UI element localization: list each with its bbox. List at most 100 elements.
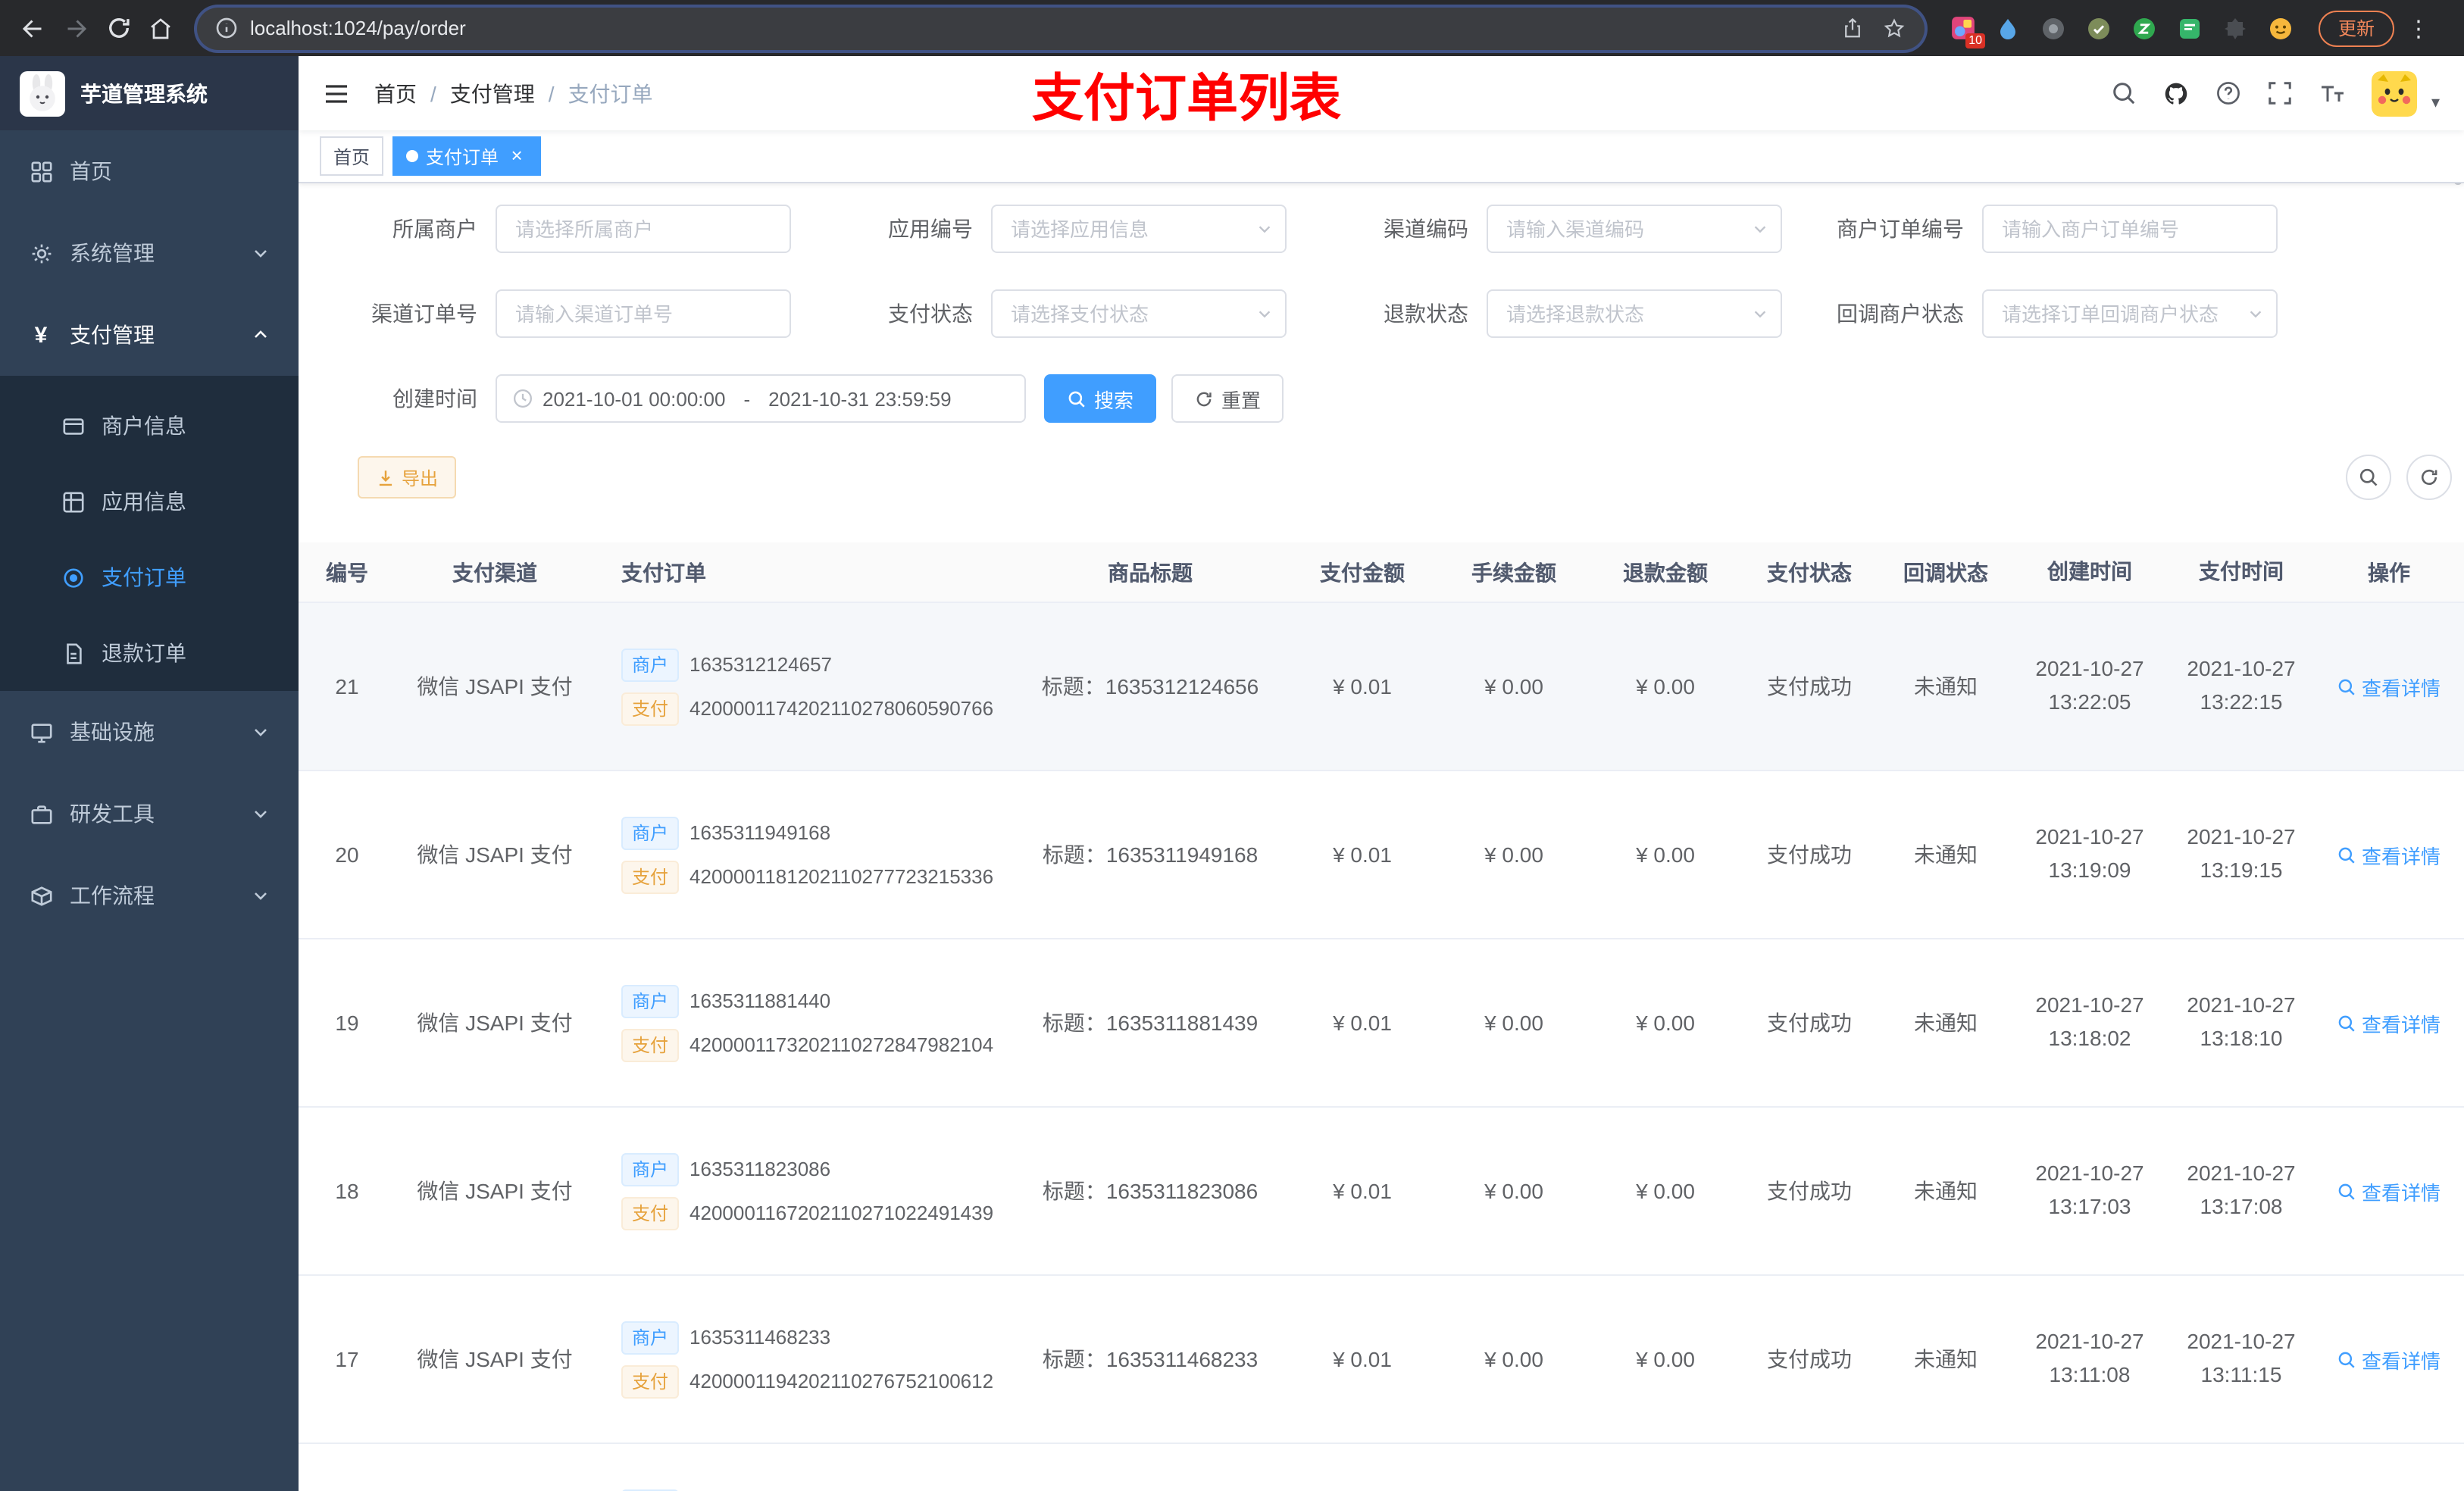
extension-icon-8[interactable]	[2267, 14, 2294, 42]
sidebar-item-label: 应用信息	[102, 489, 186, 514]
sidebar-item-app-info[interactable]: 应用信息	[0, 464, 299, 539]
header-search-icon[interactable]	[2112, 80, 2137, 106]
avatar-caret-icon[interactable]: ▾	[2431, 92, 2440, 112]
filter-channel-order-no: 渠道订单号	[299, 289, 791, 338]
view-detail-label: 查看详情	[2361, 1349, 2441, 1372]
pay-status-filter-select[interactable]	[991, 289, 1287, 338]
refresh-table-button[interactable]	[2406, 455, 2452, 500]
merchant-order-no-filter-input[interactable]	[1982, 205, 2278, 253]
pay-time-cell: 2021-10-27 13:11:15	[2187, 1329, 2296, 1386]
refund-status-filter-field[interactable]	[1488, 302, 1781, 325]
font-size-icon[interactable]	[2319, 80, 2347, 107]
view-detail-label: 查看详情	[2361, 1181, 2441, 1204]
active-tab-dot	[406, 150, 419, 162]
app-no-filter-field[interactable]	[993, 217, 1285, 240]
user-avatar[interactable]	[2372, 70, 2418, 116]
notify-status-filter-select[interactable]	[1982, 289, 2278, 338]
notify-status-filter-field[interactable]	[1984, 302, 2276, 325]
merchant-filter-input[interactable]	[496, 205, 791, 253]
extension-icon-6[interactable]	[2176, 14, 2203, 42]
view-detail-link[interactable]: 查看详情	[2337, 672, 2441, 701]
order-id-cell: 19	[335, 1011, 359, 1035]
order-id-cell: 21	[335, 674, 359, 699]
col-header-pay-time: 支付时间	[2199, 558, 2284, 583]
extension-icon-7[interactable]	[2222, 14, 2249, 42]
sidebar-item-pay[interactable]: ¥ 支付管理	[0, 294, 299, 376]
breadcrumb-item-pay[interactable]: 支付管理	[450, 78, 535, 108]
export-button[interactable]: 导出	[358, 456, 457, 499]
browser-home-button[interactable]	[139, 7, 182, 49]
share-icon[interactable]	[1841, 17, 1864, 39]
browser-reload-button[interactable]	[97, 7, 139, 49]
sidebar-item-system[interactable]: 系统管理	[0, 212, 299, 294]
monitor-icon	[29, 720, 53, 743]
tab-home[interactable]: 首页	[320, 136, 384, 176]
pay-amount-cell: ¥ 0.01	[1333, 842, 1392, 867]
table-row: 18 微信 JSAPI 支付 商户 1635311823086 支付 42000…	[299, 1108, 2464, 1276]
screen: localhost:1024/pay/order 10 更新 ⋮ 芋道管理系统 …	[0, 0, 2464, 1491]
pay-status-filter-field[interactable]	[993, 302, 1285, 325]
extension-badge: 10	[1965, 33, 1985, 48]
product-title-cell: 标题：1635311949168	[1042, 842, 1259, 867]
date-range-end: 2021-10-31 23:59:59	[768, 387, 952, 410]
sidebar-item-home[interactable]: 首页	[0, 130, 299, 212]
col-header-pay-order: 支付订单	[621, 560, 706, 584]
channel-order-no-filter-field[interactable]	[497, 302, 790, 325]
col-header-refund-amount: 退款金额	[1623, 560, 1708, 584]
tab-close-icon[interactable]: ×	[506, 145, 527, 167]
sidebar-item-merchant-info[interactable]: 商户信息	[0, 388, 299, 464]
pay-amount-cell: ¥ 0.01	[1333, 1011, 1392, 1035]
sidebar-item-infra[interactable]: 基础设施	[0, 691, 299, 773]
breadcrumb-item-home[interactable]: 首页	[374, 78, 417, 108]
sidebar-item-devtools[interactable]: 研发工具	[0, 773, 299, 855]
bookmark-star-icon[interactable]	[1882, 16, 1906, 40]
create-time-cell: 2021-10-27 13:18:02	[2035, 992, 2144, 1050]
browser-update-button[interactable]: 更新	[2319, 10, 2395, 46]
app-logo[interactable]: 芋道管理系统	[0, 56, 299, 130]
tab-pay-order[interactable]: 支付订单 ×	[392, 136, 542, 176]
extension-icon-1[interactable]: 10	[1949, 14, 1985, 48]
sidebar-item-pay-order[interactable]: 支付订单	[0, 539, 299, 615]
sidebar-item-workflow[interactable]: 工作流程	[0, 855, 299, 936]
browser-extensions: 10	[1949, 14, 2294, 48]
app-no-filter-select[interactable]	[991, 205, 1287, 253]
github-icon[interactable]	[2163, 80, 2190, 107]
toggle-search-button[interactable]	[2346, 455, 2391, 500]
grid-icon	[61, 490, 85, 513]
browser-chrome: localhost:1024/pay/order 10 更新 ⋮	[0, 0, 2464, 56]
filter-channel-code: 渠道编码	[1290, 205, 1782, 253]
merchant-order-no-filter-field[interactable]	[1984, 217, 2276, 240]
view-detail-link[interactable]: 查看详情	[2337, 840, 2441, 869]
col-header-id: 编号	[326, 560, 368, 584]
merchant-filter-field[interactable]	[497, 217, 790, 240]
fullscreen-icon[interactable]	[2268, 80, 2294, 106]
view-detail-link[interactable]: 查看详情	[2337, 1345, 2441, 1374]
chevron-down-icon	[1256, 221, 1273, 238]
refund-status-filter-select[interactable]	[1487, 289, 1782, 338]
view-detail-link[interactable]: 查看详情	[2337, 1008, 2441, 1037]
extension-icon-3[interactable]	[2040, 14, 2067, 42]
pay-no-tag: 支付	[621, 1364, 680, 1398]
reset-button[interactable]: 重置	[1171, 374, 1284, 423]
breadcrumb-separator: /	[430, 81, 436, 105]
extension-icon-4[interactable]	[2085, 14, 2112, 42]
create-time-range-picker[interactable]: 2021-10-01 00:00:00 - 2021-10-31 23:59:5…	[496, 374, 1026, 423]
address-bar[interactable]: localhost:1024/pay/order	[197, 7, 1925, 49]
channel-order-no-filter-input[interactable]	[496, 289, 791, 338]
sidebar-toggle-icon[interactable]	[323, 80, 350, 107]
order-id-cell: 20	[335, 842, 359, 867]
site-info-icon[interactable]	[215, 17, 238, 39]
view-detail-link[interactable]: 查看详情	[2337, 1177, 2441, 1205]
extension-icon-2[interactable]	[1994, 14, 2022, 42]
date-range-start: 2021-10-01 00:00:00	[543, 387, 726, 410]
browser-menu-icon[interactable]: ⋮	[2403, 14, 2434, 42]
browser-forward-button[interactable]	[55, 7, 97, 49]
channel-code-filter-field[interactable]	[1488, 217, 1781, 240]
sidebar-item-refund-order[interactable]: 退款订单	[0, 615, 299, 691]
extension-icon-5[interactable]	[2131, 14, 2158, 42]
pay-order-page: 所属商户 应用编号	[299, 183, 2464, 1491]
help-icon[interactable]	[2216, 80, 2242, 106]
channel-code-filter-select[interactable]	[1487, 205, 1782, 253]
search-button[interactable]: 搜索	[1044, 374, 1157, 423]
browser-back-button[interactable]	[12, 7, 55, 49]
